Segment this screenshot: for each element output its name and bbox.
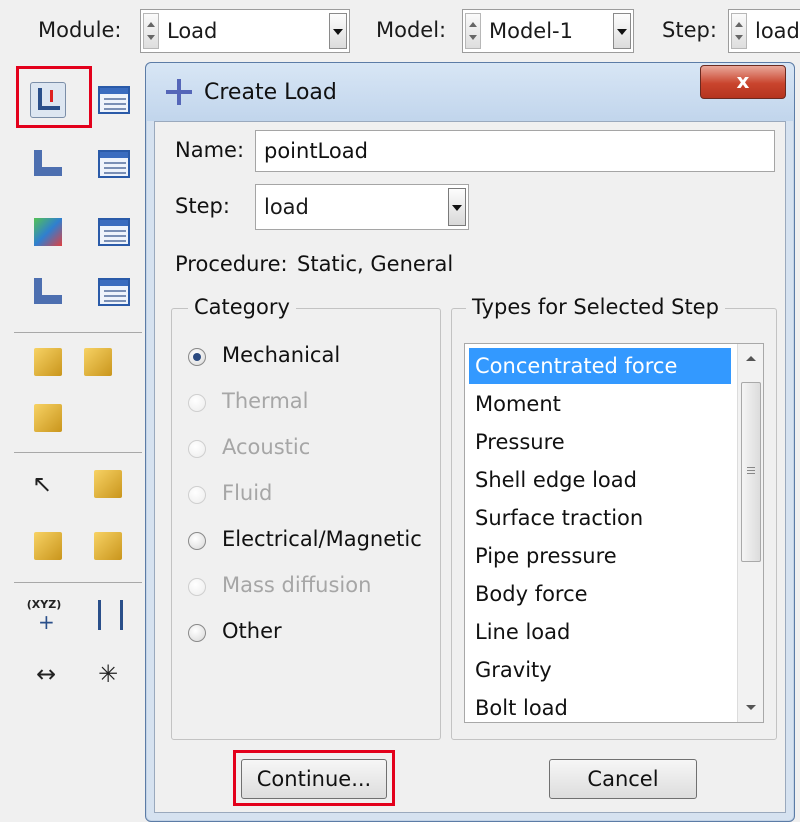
- category-mass-diffusion-label: Mass diffusion: [222, 573, 372, 597]
- special-tool-2-icon[interactable]: [80, 344, 116, 380]
- create-bc-icon[interactable]: [30, 146, 66, 182]
- category-other-label: Other: [222, 619, 282, 643]
- types-group: Types for Selected Step Concentrated for…: [451, 295, 777, 740]
- plus-icon: +: [38, 610, 55, 634]
- partition-icon[interactable]: [30, 528, 66, 564]
- toolbox-separator: [14, 582, 142, 583]
- type-body-force[interactable]: Body force: [469, 576, 731, 612]
- procedure-value: Static, General: [297, 252, 454, 276]
- dialog-app-icon: [166, 79, 192, 105]
- module-value: Load: [167, 19, 218, 43]
- module-label: Module:: [38, 18, 122, 42]
- create-load-highlight: [16, 66, 92, 128]
- datum-line-1: [98, 600, 101, 630]
- datum-csys-icon[interactable]: [92, 596, 128, 632]
- step-context-value: load: [755, 19, 800, 43]
- type-bolt-load[interactable]: Bolt load: [469, 690, 731, 726]
- cut-icon[interactable]: [90, 528, 126, 564]
- coordinate-system-icon[interactable]: (XYZ) +: [26, 596, 62, 632]
- category-thermal-label: Thermal: [222, 389, 309, 413]
- name-input[interactable]: [256, 131, 774, 171]
- step-select[interactable]: load: [255, 184, 469, 230]
- module-spin-icon[interactable]: [143, 13, 159, 49]
- category-fluid-label: Fluid: [222, 481, 273, 505]
- radio-other[interactable]: [188, 624, 206, 642]
- scroll-up-icon[interactable]: [738, 344, 764, 374]
- create-load-dialog: Create Load x Name: Step: load Procedure…: [145, 62, 795, 822]
- dialog-body: Name: Step: load Procedure: Static, Gene…: [154, 121, 786, 813]
- radio-thermal: [188, 394, 206, 412]
- context-bar: Module: Load Model: Model-1 Step: load: [0, 0, 800, 62]
- step-context-combo[interactable]: load: [728, 9, 800, 53]
- types-title: Types for Selected Step: [466, 295, 725, 319]
- module-dropdown-icon[interactable]: [329, 13, 347, 49]
- module-combo[interactable]: Load: [140, 9, 350, 53]
- category-mechanical-label: Mechanical: [222, 343, 341, 367]
- continue-highlight: [233, 750, 395, 806]
- type-concentrated-force[interactable]: Concentrated force: [469, 348, 731, 384]
- close-button[interactable]: x: [700, 65, 786, 99]
- category-title: Category: [188, 295, 296, 319]
- step-label: Step:: [175, 194, 230, 218]
- radio-mass-diffusion: [188, 578, 206, 596]
- radio-electrical-magnetic[interactable]: [188, 532, 206, 550]
- model-spin-icon[interactable]: [465, 13, 481, 49]
- dialog-title: Create Load: [204, 80, 337, 105]
- load-manager-icon[interactable]: [96, 82, 132, 118]
- datum-axis-icon[interactable]: ✳: [92, 656, 128, 692]
- model-label: Model:: [376, 18, 447, 42]
- axis-icon[interactable]: ↔: [30, 656, 66, 692]
- step-spin-icon[interactable]: [731, 13, 747, 49]
- bc-manager-icon[interactable]: [96, 146, 132, 182]
- name-field[interactable]: [255, 130, 775, 172]
- radio-mechanical[interactable]: [188, 348, 206, 366]
- create-predefined-field-icon[interactable]: [30, 214, 66, 250]
- type-shell-edge-load[interactable]: Shell edge load: [469, 462, 731, 498]
- toolbox-separator: [14, 332, 142, 333]
- scroll-thumb[interactable]: [741, 382, 761, 562]
- special-tool-1-icon[interactable]: [30, 344, 66, 380]
- type-line-load[interactable]: Line load: [469, 614, 731, 650]
- types-listbox[interactable]: Concentrated force Moment Pressure Shell…: [464, 343, 764, 723]
- datum-line-2: [120, 600, 123, 630]
- procedure-label: Procedure:: [175, 252, 288, 276]
- scroll-down-icon[interactable]: [738, 692, 764, 722]
- name-label: Name:: [175, 138, 245, 162]
- create-load-case-icon[interactable]: [30, 274, 66, 310]
- toolbox: ↖ (XYZ) + ↔ ✳: [0, 62, 148, 822]
- type-pressure[interactable]: Pressure: [469, 424, 731, 460]
- type-pipe-pressure[interactable]: Pipe pressure: [469, 538, 731, 574]
- radio-acoustic: [188, 440, 206, 458]
- category-electrical-magnetic-label: Electrical/Magnetic: [222, 527, 422, 551]
- step-select-value: load: [264, 195, 309, 219]
- step-context-label: Step:: [662, 18, 717, 42]
- cancel-button[interactable]: Cancel: [549, 759, 697, 799]
- predefined-field-manager-icon[interactable]: [96, 214, 132, 250]
- radio-fluid: [188, 486, 206, 504]
- step-dropdown-icon[interactable]: [448, 188, 466, 226]
- category-acoustic-label: Acoustic: [222, 435, 311, 459]
- type-surface-traction[interactable]: Surface traction: [469, 500, 731, 536]
- attachment-icon[interactable]: [90, 466, 126, 502]
- types-scrollbar[interactable]: [737, 344, 763, 722]
- eraser-icon[interactable]: [30, 400, 66, 436]
- load-case-manager-icon[interactable]: [96, 274, 132, 310]
- select-icon[interactable]: ↖: [26, 466, 62, 502]
- model-dropdown-icon[interactable]: [613, 13, 631, 49]
- type-gravity[interactable]: Gravity: [469, 652, 731, 688]
- model-value: Model-1: [489, 19, 573, 43]
- toolbox-separator: [14, 452, 142, 453]
- category-group: Category Mechanical Thermal Acoustic Flu…: [171, 295, 441, 740]
- type-moment[interactable]: Moment: [469, 386, 731, 422]
- model-combo[interactable]: Model-1: [462, 9, 634, 53]
- dialog-titlebar[interactable]: Create Load x: [146, 63, 794, 121]
